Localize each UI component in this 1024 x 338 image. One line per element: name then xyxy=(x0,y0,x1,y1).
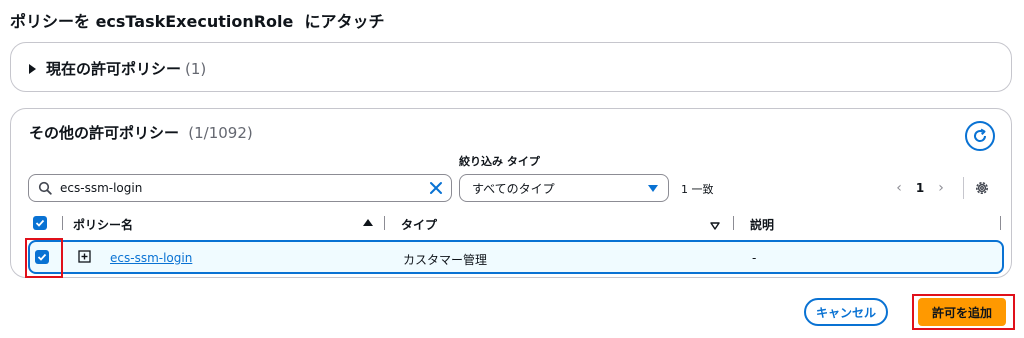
policy-type-cell: カスタマー管理 xyxy=(403,253,488,267)
other-policies-count: (1/1092) xyxy=(188,124,253,142)
other-policies-label: その他の許可ポリシー xyxy=(29,124,180,142)
match-count: 1 一致 xyxy=(681,183,714,196)
refresh-button[interactable] xyxy=(965,121,995,151)
policy-type-selected: すべてのタイプ xyxy=(472,181,555,196)
highlight-box-checkbox xyxy=(25,238,63,278)
policy-description-cell: - xyxy=(752,251,757,265)
select-all-checkbox[interactable] xyxy=(33,216,47,230)
column-header-type[interactable]: タイプ xyxy=(401,216,437,233)
next-page-icon[interactable]: › xyxy=(933,180,949,196)
refresh-icon xyxy=(974,128,987,142)
expand-row-icon[interactable] xyxy=(78,250,91,266)
column-header-policy-name[interactable]: ポリシー名 xyxy=(73,216,133,233)
filter-type-label: 絞り込み タイプ xyxy=(459,155,540,168)
policy-search-field[interactable] xyxy=(28,174,452,202)
caret-right-icon xyxy=(29,63,36,74)
add-permissions-button[interactable]: 許可を追加 xyxy=(918,298,1006,326)
other-policies-panel: その他の許可ポリシー (1/1092) 絞り込み タイプ すべてのタイプ 1 一… xyxy=(10,108,1012,278)
table-row[interactable]: ecs-ssm-login カスタマー管理 - xyxy=(28,240,1004,274)
clear-search-icon[interactable] xyxy=(429,181,443,195)
pagination-divider xyxy=(963,177,964,199)
column-divider xyxy=(1000,216,1001,230)
cancel-button[interactable]: キャンセル xyxy=(804,298,888,326)
column-divider xyxy=(384,216,385,230)
policy-type-select[interactable]: すべてのタイプ xyxy=(459,174,669,202)
table-header: ポリシー名 タイプ 説明 xyxy=(28,213,1001,235)
current-policies-panel: 現在の許可ポリシー (1) xyxy=(10,42,1012,92)
page-title: ポリシーを ecsTaskExecutionRole にアタッチ xyxy=(10,12,385,31)
current-page-number[interactable]: 1 xyxy=(907,181,933,195)
settings-gear-icon[interactable] xyxy=(974,180,990,196)
search-icon xyxy=(38,181,52,195)
column-header-description: 説明 xyxy=(750,218,775,232)
policy-name-link[interactable]: ecs-ssm-login xyxy=(110,251,192,265)
pagination: ‹ 1 › xyxy=(891,177,990,199)
current-policies-count: (1) xyxy=(185,59,207,78)
column-divider xyxy=(733,216,734,230)
current-policies-label: 現在の許可ポリシー xyxy=(46,60,182,78)
previous-page-icon[interactable]: ‹ xyxy=(891,180,907,196)
policy-search-input[interactable] xyxy=(60,181,420,195)
check-icon xyxy=(35,219,45,227)
column-divider xyxy=(62,216,63,230)
sort-unsorted-icon[interactable] xyxy=(710,219,720,233)
other-policies-heading: その他の許可ポリシー (1/1092) xyxy=(29,122,253,143)
current-policies-toggle[interactable]: 現在の許可ポリシー (1) xyxy=(29,58,206,79)
dropdown-triangle-icon xyxy=(648,185,658,192)
sort-ascending-icon[interactable] xyxy=(363,219,373,226)
